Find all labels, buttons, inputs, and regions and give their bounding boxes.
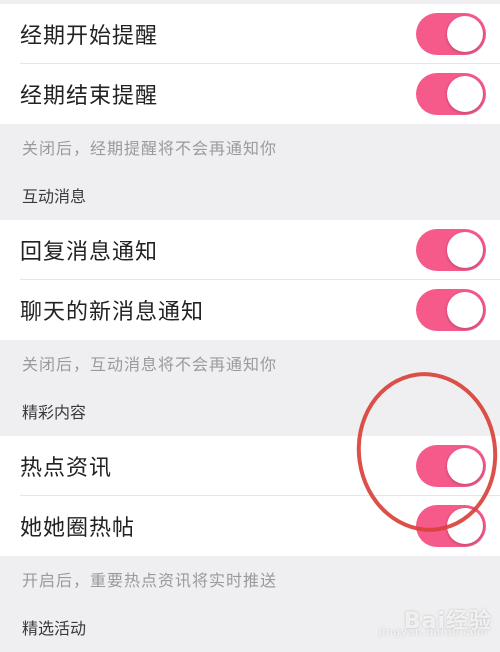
period-start-toggle[interactable] <box>416 13 486 55</box>
toggle-knob <box>447 76 483 112</box>
circle-posts-toggle[interactable] <box>416 505 486 547</box>
hot-news-toggle[interactable] <box>416 445 486 487</box>
chat-notify-label: 聊天的新消息通知 <box>20 300 205 325</box>
setting-row-chat-notify: 聊天的新消息通知 <box>0 280 500 340</box>
featured-note: 开启后，重要热点资讯将实时推送 <box>22 571 278 590</box>
section-header-interaction: 互动消息 <box>22 187 87 206</box>
circle-posts-label: 她她圈热帖 <box>20 516 136 541</box>
interaction-note: 关闭后，互动消息将不会再通知你 <box>22 355 278 374</box>
toggle-knob <box>447 448 483 484</box>
reply-notify-toggle[interactable] <box>416 229 486 271</box>
reply-notify-label: 回复消息通知 <box>20 240 159 265</box>
toggle-knob <box>447 16 483 52</box>
chat-notify-toggle[interactable] <box>416 289 486 331</box>
toggle-knob <box>447 508 483 544</box>
setting-row-circle-posts: 她她圈热帖 <box>0 496 500 556</box>
setting-row-hot-news: 热点资讯 <box>0 436 500 496</box>
period-note: 关闭后，经期提醒将不会再通知你 <box>22 139 278 158</box>
period-end-label: 经期结束提醒 <box>20 84 159 109</box>
period-end-toggle[interactable] <box>416 73 486 115</box>
hot-news-label: 热点资讯 <box>20 456 113 481</box>
section-header-featured: 精彩内容 <box>22 403 87 422</box>
toggle-knob <box>447 232 483 268</box>
setting-row-reply-notify: 回复消息通知 <box>0 220 500 280</box>
toggle-knob <box>447 292 483 328</box>
section-header-activities: 精选活动 <box>22 619 87 638</box>
period-start-label: 经期开始提醒 <box>20 24 159 49</box>
setting-row-period-start: 经期开始提醒 <box>0 4 500 64</box>
setting-row-period-end: 经期结束提醒 <box>0 64 500 124</box>
